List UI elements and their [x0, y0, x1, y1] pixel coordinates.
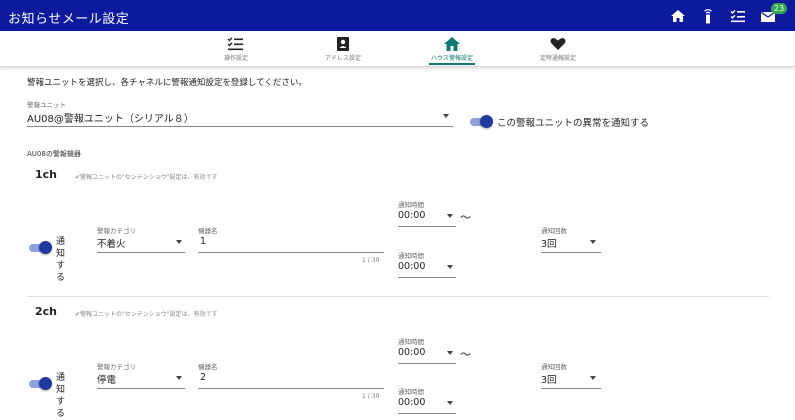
tab-house-alarm-settings[interactable]: ハウス警報設定	[407, 31, 497, 66]
channel-notify-label: 通知する	[56, 237, 66, 283]
chevron-down-icon	[447, 214, 453, 218]
chevron-down-icon	[590, 376, 596, 380]
unit-select-label: 警報ユニット	[27, 101, 66, 109]
channel-title: 2ch	[35, 305, 58, 318]
notify-count-label: 通知回数	[541, 363, 567, 371]
tab-label: アドレス設定	[324, 55, 361, 62]
time-range-separator: ～	[460, 211, 471, 224]
notify-count-underline	[541, 252, 601, 253]
chevron-down-icon	[590, 240, 596, 244]
chevron-down-icon	[447, 401, 453, 405]
address-book-icon	[337, 37, 349, 51]
char-counter: 1 / 30	[362, 393, 380, 400]
channel-note: ✔警報ユニットの"センテンショウ"設定は、有効です	[75, 174, 218, 181]
category-value: 不着火	[97, 239, 126, 250]
notify-count-value: 3回	[541, 375, 557, 386]
time-from-underline	[398, 363, 456, 364]
time-to-label: 通知時間	[398, 388, 424, 396]
unit-select-value: AU08@警報ユニット（シリアル８）	[27, 114, 194, 125]
home-icon[interactable]	[669, 7, 687, 25]
unit-select-underline	[27, 126, 453, 127]
chevron-down-icon	[447, 265, 453, 269]
channel-notify-toggle[interactable]	[29, 377, 53, 390]
toggle-knob	[39, 377, 52, 390]
notify-count-underline	[541, 388, 601, 389]
checklist-icon[interactable]	[729, 7, 747, 25]
category-underline	[97, 388, 185, 389]
channel-note: ✔警報ユニットの"センテンショウ"設定は、有効です	[75, 311, 218, 318]
device-name-value: 1	[200, 236, 207, 247]
unit-notify-label: この警報ユニットの異常を通知する	[497, 118, 650, 129]
unit-notify-toggle[interactable]	[470, 115, 494, 128]
house-icon	[444, 37, 460, 51]
checklist-icon	[227, 37, 243, 51]
chevron-down-icon	[176, 376, 182, 380]
device-name-label: 機器名	[198, 363, 218, 371]
device-name-underline	[198, 388, 384, 389]
category-label: 警報カテゴリ	[97, 363, 136, 371]
time-to-label: 通知時間	[398, 252, 424, 260]
time-from-label: 通知時間	[398, 338, 424, 346]
device-name-label: 機器名	[198, 227, 218, 235]
device-name-value: 2	[200, 372, 207, 383]
tab-scheduled-report-settings[interactable]: 定時通報設定	[513, 31, 603, 66]
time-from-value: 00:00	[398, 210, 426, 221]
time-from-label: 通知時間	[398, 201, 424, 209]
heart-icon	[550, 38, 566, 50]
notify-count-label: 通知回数	[541, 227, 567, 235]
time-from-underline	[398, 226, 456, 227]
notification-badge: 23	[771, 3, 787, 14]
device-name-underline	[198, 252, 384, 253]
channel-notify-label: 通知する	[56, 373, 66, 419]
time-range-separator: ～	[460, 348, 471, 361]
instruction-text: 警報ユニットを選択し、各チャネルに警報通知設定を登録してください。	[27, 78, 307, 88]
tab-address-settings[interactable]: アドレス設定	[298, 31, 388, 66]
tab-operation-settings[interactable]: 操作設定	[191, 31, 281, 66]
devices-section-title: AU08の警報機器	[27, 150, 81, 158]
active-tab-indicator	[429, 63, 475, 65]
chevron-down-icon	[176, 240, 182, 244]
char-counter: 1 / 30	[362, 257, 380, 264]
time-from-value: 00:00	[398, 347, 426, 358]
time-to-value: 00:00	[398, 261, 426, 272]
tab-label: ハウス警報設定	[430, 55, 473, 62]
remote-icon[interactable]	[699, 7, 717, 25]
toggle-knob	[39, 241, 52, 254]
app-header: お知らせメール設定 23	[0, 0, 795, 31]
chevron-down-icon	[443, 114, 449, 118]
channel-title: 1ch	[35, 168, 58, 181]
toggle-knob	[480, 115, 493, 128]
time-to-underline	[398, 413, 456, 414]
channel-divider	[27, 296, 769, 297]
tab-label: 操作設定	[223, 55, 248, 62]
channel-notify-toggle[interactable]	[29, 241, 53, 254]
category-value: 停電	[97, 375, 117, 386]
chevron-down-icon	[447, 351, 453, 355]
page-title: お知らせメール設定	[8, 12, 130, 27]
time-to-underline	[398, 277, 456, 278]
category-underline	[97, 252, 185, 253]
category-label: 警報カテゴリ	[97, 227, 136, 235]
tab-bar: 操作設定 アドレス設定 ハウス警報設定 定時通報設定	[0, 31, 795, 67]
tab-label: 定時通報設定	[539, 55, 576, 62]
time-to-value: 00:00	[398, 397, 426, 408]
notify-count-value: 3回	[541, 239, 557, 250]
